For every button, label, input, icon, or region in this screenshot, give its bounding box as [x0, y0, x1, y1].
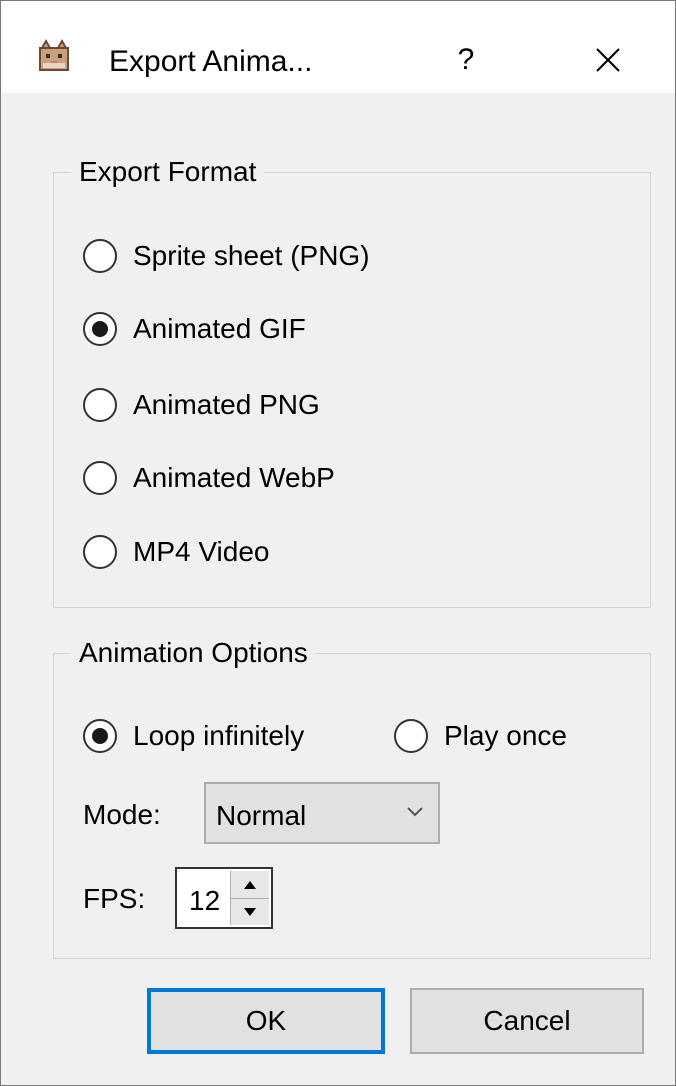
mode-label: Mode: — [83, 799, 161, 830]
export-animation-dialog: Export Anima... ? Export Format Sprite s… — [0, 0, 676, 1086]
radio-button-loop-infinitely[interactable] — [83, 719, 117, 753]
radio-button-animated-gif[interactable] — [83, 312, 117, 346]
dialog-title: Export Anima... — [109, 45, 313, 78]
radio-loop-infinitely[interactable]: Loop infinitely — [83, 719, 304, 753]
title-bar: Export Anima... ? — [1, 1, 675, 93]
animation-options-legend: Animation Options — [71, 637, 316, 669]
fps-decrement-button[interactable] — [231, 898, 269, 925]
radio-play-once[interactable]: Play once — [394, 719, 567, 753]
radio-label-sprite-sheet: Sprite sheet (PNG) — [133, 240, 370, 271]
radio-animated-webp[interactable]: Animated WebP — [83, 461, 335, 495]
fps-spinbox[interactable]: 12 — [175, 867, 273, 929]
radio-label-animated-gif: Animated GIF — [133, 313, 306, 344]
radio-button-animated-webp[interactable] — [83, 461, 117, 495]
export-format-legend: Export Format — [71, 156, 265, 188]
radio-animated-png[interactable]: Animated PNG — [83, 388, 320, 422]
help-button[interactable]: ? — [441, 37, 491, 83]
radio-mp4-video[interactable]: MP4 Video — [83, 535, 269, 569]
fps-value: 12 — [189, 885, 221, 916]
radio-label-animated-webp: Animated WebP — [133, 462, 335, 493]
mode-dropdown-value: Normal — [216, 800, 307, 831]
radio-animated-gif[interactable]: Animated GIF — [83, 312, 306, 346]
radio-label-loop-infinitely: Loop infinitely — [133, 720, 305, 751]
close-button[interactable] — [583, 37, 633, 83]
radio-button-animated-png[interactable] — [83, 388, 117, 422]
arrow-up-icon — [244, 880, 256, 889]
close-icon — [596, 48, 620, 72]
arrow-down-icon — [244, 907, 256, 916]
radio-button-sprite-sheet[interactable] — [83, 239, 117, 273]
cat-app-icon — [39, 39, 69, 71]
ok-button[interactable]: OK — [147, 988, 385, 1054]
radio-label-play-once: Play once — [444, 720, 567, 751]
cancel-button[interactable]: Cancel — [410, 988, 644, 1054]
chevron-down-icon — [407, 807, 423, 817]
fps-spin-buttons — [230, 871, 269, 925]
fps-increment-button[interactable] — [231, 871, 269, 899]
radio-sprite-sheet[interactable]: Sprite sheet (PNG) — [83, 239, 370, 273]
radio-button-play-once[interactable] — [394, 719, 428, 753]
mode-dropdown[interactable]: Normal — [204, 782, 440, 844]
fps-label: FPS: — [83, 883, 146, 914]
radio-button-mp4-video[interactable] — [83, 535, 117, 569]
radio-label-animated-png: Animated PNG — [133, 389, 320, 420]
radio-label-mp4-video: MP4 Video — [133, 536, 270, 567]
